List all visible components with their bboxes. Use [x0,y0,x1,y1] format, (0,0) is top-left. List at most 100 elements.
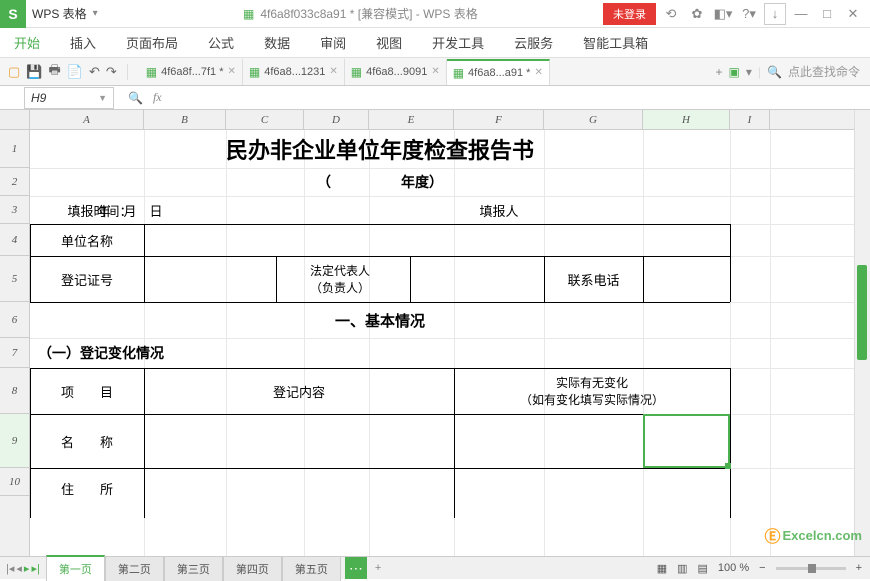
menu-view[interactable]: 视图 [376,33,402,52]
print-preview-icon[interactable]: 📄 [67,64,83,80]
save-icon[interactable]: 💾 [26,64,42,80]
view-normal-icon[interactable]: ▦ [657,562,667,575]
unit-name-label: 单位名称 [30,224,144,256]
menu-insert[interactable]: 插入 [70,33,96,52]
zoom-slider[interactable] [776,567,846,570]
select-all[interactable] [0,110,30,129]
menu-layout[interactable]: 页面布局 [126,33,178,52]
search-icon[interactable]: 🔍 [767,65,782,79]
col-header[interactable]: E [369,110,454,129]
app-menu-dropdown[interactable]: ▾ [93,8,98,19]
maximize-icon[interactable]: □ [816,3,838,25]
close-icon[interactable]: ✕ [228,66,236,77]
new-tab-icon[interactable]: + [716,65,723,79]
vertical-scrollbar[interactable] [854,110,870,556]
menu-dev[interactable]: 开发工具 [432,33,484,52]
sheet-tab-1[interactable]: 第一页 [46,555,105,581]
document-tabs-row: ▢ 💾 🖶 📄 ↶ ↷ ▦4f6a8f...7f1 *✕ ▦4f6a8...12… [0,58,870,86]
spreadsheet-grid[interactable]: A B C D E F G H I 1 2 3 4 5 6 7 8 9 10 民… [0,110,870,556]
section1-label: 一、基本情况 [30,302,730,338]
menu-tools[interactable]: 智能工具箱 [583,33,648,52]
open-icon[interactable]: ▢ [8,64,20,80]
col-reg-label: 登记内容 [144,368,454,414]
row-header[interactable]: 8 [0,368,29,414]
menu-cloud[interactable]: 云服务 [514,33,553,52]
col-header[interactable]: I [730,110,770,129]
settings-icon[interactable]: ✿ [686,3,708,25]
col-header[interactable]: F [454,110,544,129]
row-header[interactable]: 2 [0,168,29,196]
doc-icon: ▦ [453,66,464,80]
sheet-tab-5[interactable]: 第五页 [282,556,341,581]
col-header[interactable]: B [144,110,226,129]
zoom-in-icon[interactable]: + [856,562,862,574]
doc-tab-4[interactable]: ▦4f6a8...a91 *✕ [447,59,550,85]
close-icon[interactable]: ✕ [534,67,542,78]
name-box[interactable]: H9▼ [24,87,114,109]
view-break-icon[interactable]: ▤ [698,562,708,575]
skin-icon[interactable]: ◧▾ [712,3,734,25]
row-header[interactable]: 9 [0,414,29,468]
row-header[interactable]: 6 [0,302,29,338]
help-icon[interactable]: ?▾ [738,3,760,25]
doc-tab-3[interactable]: ▦4f6a8...9091✕ [345,59,447,85]
reg-no-label: 登记证号 [30,256,144,302]
formula-bar: H9▼ 🔍 fx [0,86,870,110]
col-header[interactable]: C [226,110,304,129]
date-label: 年 月 日 [30,196,230,224]
fx-label[interactable]: fx [153,90,162,105]
row-header[interactable]: 3 [0,196,29,224]
row-header[interactable]: 10 [0,468,29,496]
doc-tab-2[interactable]: ▦4f6a8...1231✕ [243,59,345,85]
document-icon: ▦ [243,7,254,21]
close-icon[interactable]: ✕ [842,3,864,25]
row-headers: 1 2 3 4 5 6 7 8 9 10 [0,130,30,556]
scroll-thumb[interactable] [857,265,867,360]
active-cell [643,414,730,468]
sheet-last-icon[interactable]: ▸| [31,562,39,575]
undo-icon[interactable]: ↶ [89,64,100,80]
document-title: 4f6a8f033c8a91 * [兼容模式] - WPS 表格 [260,5,477,22]
sheet-next-icon[interactable]: ▸ [24,562,30,575]
view-layout-icon[interactable]: ▥ [677,562,687,575]
print-icon[interactable]: 🖶 [48,61,60,83]
row-header[interactable]: 4 [0,224,29,256]
zoom-out-icon[interactable]: − [759,562,765,574]
login-status[interactable]: 未登录 [603,3,656,25]
row-header[interactable]: 1 [0,130,29,168]
add-icon[interactable]: + [367,562,381,574]
menu-data[interactable]: 数据 [264,33,290,52]
redo-icon[interactable]: ↷ [106,64,117,80]
doc-icon: ▦ [146,65,157,79]
tab-menu-icon[interactable]: ▾ [746,65,752,79]
col-header[interactable]: H [643,110,730,129]
minimize-icon[interactable]: — [790,3,812,25]
add-sheet-button[interactable]: ⋯ [345,557,367,579]
sync-icon[interactable]: ⟲ [660,3,682,25]
col-header[interactable]: D [304,110,369,129]
search-hint[interactable]: 点此查找命令 [788,63,860,80]
sub1-label: （一）登记变化情况 [30,338,330,368]
menu-review[interactable]: 审阅 [320,33,346,52]
menu-start[interactable]: 开始 [14,33,40,52]
zoom-value[interactable]: 100 % [718,562,749,574]
chevron-down-icon[interactable]: ▼ [98,93,107,103]
fx-search-icon[interactable]: 🔍 [128,91,143,105]
collapse-ribbon-icon[interactable]: ↓ [764,3,786,25]
col-header[interactable]: G [544,110,643,129]
sheet-tab-4[interactable]: 第四页 [223,556,282,581]
close-icon[interactable]: ✕ [329,66,337,77]
window-title: ▦ 4f6a8f033c8a91 * [兼容模式] - WPS 表格 [118,5,603,22]
close-icon[interactable]: ✕ [431,66,439,77]
row-header[interactable]: 7 [0,338,29,368]
sheet-first-icon[interactable]: |◂ [6,562,14,575]
tab-list-icon[interactable]: ▣ [729,65,740,79]
sheet-prev-icon[interactable]: ◂ [16,562,22,575]
sheet-tab-3[interactable]: 第三页 [164,556,223,581]
col-header[interactable]: A [30,110,144,129]
sheet-tab-2[interactable]: 第二页 [105,556,164,581]
doc-tab-1[interactable]: ▦4f6a8f...7f1 *✕ [140,59,243,85]
menu-formula[interactable]: 公式 [208,33,234,52]
app-name: WPS 表格 [26,5,93,22]
row-header[interactable]: 5 [0,256,29,302]
